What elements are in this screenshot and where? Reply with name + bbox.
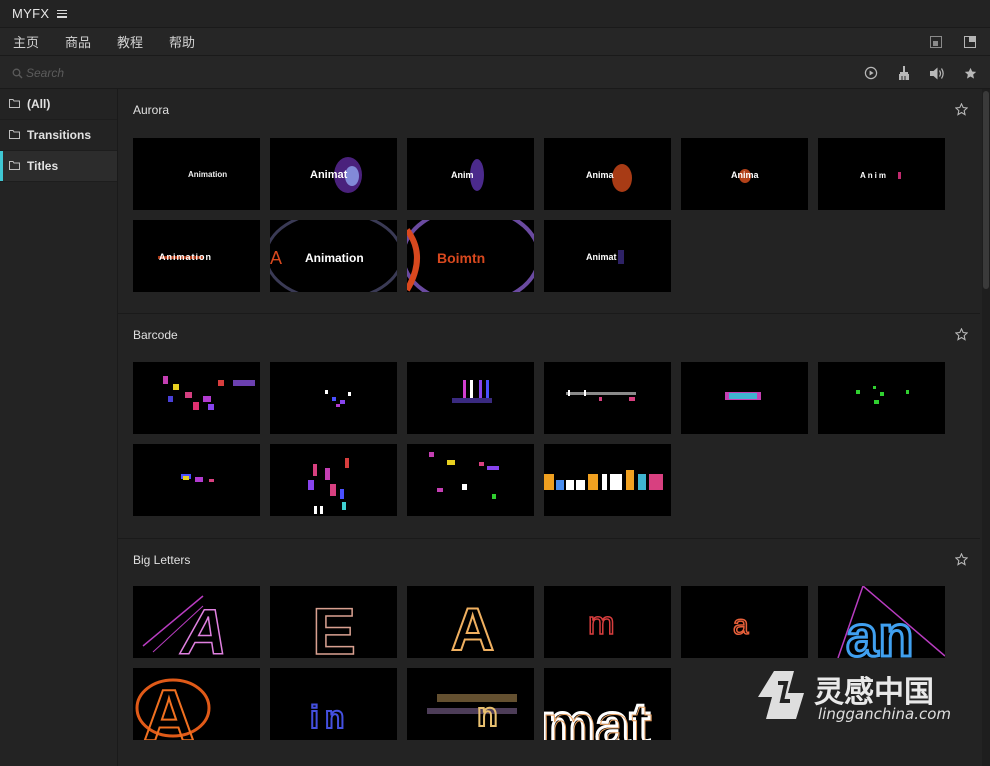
thumbnail-text: n xyxy=(477,696,498,734)
preset-thumbnail[interactable]: mat mat xyxy=(544,668,671,740)
preset-thumbnail[interactable]: A xyxy=(133,668,260,740)
sidebar-item-all[interactable]: (All) xyxy=(0,89,117,120)
search-icon xyxy=(12,66,23,84)
thumbnail-text: Animat xyxy=(586,252,617,262)
hamburger-icon[interactable] xyxy=(57,9,68,18)
preset-thumbnail[interactable]: a xyxy=(681,586,808,658)
preset-thumbnail[interactable]: A Animation xyxy=(270,220,397,292)
preset-thumbnail[interactable] xyxy=(133,362,260,434)
title-bar: MYFX xyxy=(0,0,990,27)
preset-thumbnail[interactable] xyxy=(270,444,397,516)
preset-thumbnail[interactable]: Animation xyxy=(133,220,260,292)
preset-thumbnail[interactable] xyxy=(407,362,534,434)
menu-item-home[interactable]: 主页 xyxy=(0,32,52,51)
section-title: Big Letters xyxy=(133,553,191,567)
sidebar-item-transitions[interactable]: Transitions xyxy=(0,120,117,151)
thumbnail-text: Anim xyxy=(860,171,888,180)
preset-thumbnail[interactable] xyxy=(133,444,260,516)
app-title: MYFX xyxy=(12,6,50,21)
section-title: Aurora xyxy=(133,103,170,117)
preset-thumbnail[interactable]: Animation xyxy=(133,138,260,210)
preset-thumbnail[interactable] xyxy=(681,362,808,434)
folder-icon xyxy=(9,95,20,113)
thumbnail-text: Animat xyxy=(310,169,348,181)
preset-thumbnail[interactable]: Boimtn xyxy=(407,220,534,292)
thumbnail-text: E xyxy=(312,594,356,658)
preset-thumbnail[interactable]: Animat xyxy=(270,138,397,210)
folder-icon xyxy=(9,126,20,144)
preset-thumbnail[interactable]: m xyxy=(544,586,671,658)
section-aurora: Aurora Animation Animat Anim Anima Anima… xyxy=(118,89,980,314)
sidebar-item-label: Transitions xyxy=(27,128,92,142)
thumbnail-text: Animation xyxy=(188,170,227,179)
sidebar-item-label: Titles xyxy=(27,159,59,173)
preset-thumbnail[interactable]: Anima xyxy=(544,138,671,210)
preset-browser: Aurora Animation Animat Anim Anima Anima… xyxy=(118,89,990,766)
thumbnail-text: Animation xyxy=(159,252,212,262)
star-icon[interactable] xyxy=(962,65,978,81)
menu-bar: 主页 商品 教程 帮助 xyxy=(0,27,990,56)
preset-thumbnail[interactable]: Anima xyxy=(681,138,808,210)
thumbnail-text: Anim xyxy=(451,170,474,180)
preset-thumbnail[interactable]: A xyxy=(407,586,534,658)
search-input[interactable] xyxy=(26,64,326,82)
preset-thumbnail[interactable]: in xyxy=(270,668,397,740)
preset-thumbnail[interactable]: Anim xyxy=(818,138,945,210)
preset-thumbnail[interactable] xyxy=(818,362,945,434)
search-bar xyxy=(0,56,990,89)
sidebar: (All) Transitions Titles xyxy=(0,89,118,766)
watermark-url: lingganchina.com xyxy=(818,705,952,723)
scrollbar-thumb[interactable] xyxy=(983,91,989,289)
window-maximize-icon[interactable] xyxy=(962,34,978,50)
preset-thumbnail[interactable]: Anim xyxy=(407,138,534,210)
sidebar-item-titles[interactable]: Titles xyxy=(0,151,117,182)
window-restore-icon[interactable] xyxy=(928,34,944,50)
preset-thumbnail[interactable]: E xyxy=(270,586,397,658)
preset-thumbnail[interactable] xyxy=(270,362,397,434)
star-icon[interactable] xyxy=(954,327,969,346)
preset-thumbnail[interactable]: A xyxy=(133,586,260,658)
thumbnail-text: a xyxy=(733,609,749,640)
section-big-letters: Big Letters A E A m a an A in n mat mat xyxy=(118,539,980,766)
preset-thumbnail[interactable]: Animat xyxy=(544,220,671,292)
thumbnail-text: A xyxy=(451,596,494,658)
play-icon[interactable] xyxy=(863,65,879,81)
thumbnail-text: in xyxy=(310,699,350,735)
thumbnail-text: m xyxy=(588,605,615,641)
thumbnail-text: Boimtn xyxy=(437,250,485,266)
folder-icon xyxy=(9,157,20,175)
scrollbar[interactable] xyxy=(982,89,990,766)
preset-thumbnail[interactable]: n xyxy=(407,668,534,740)
menu-item-products[interactable]: 商品 xyxy=(52,32,104,51)
thumbnail-text: A xyxy=(179,596,227,658)
thumbnail-text: an xyxy=(846,604,914,658)
star-icon[interactable] xyxy=(954,552,969,571)
thumbnail-text: Anima xyxy=(731,170,760,180)
svg-text:mat: mat xyxy=(544,693,652,740)
sidebar-item-label: (All) xyxy=(27,97,51,111)
thumbnail-text: Animation xyxy=(305,251,364,265)
preset-thumbnail[interactable] xyxy=(407,444,534,516)
preset-thumbnail[interactable]: an xyxy=(818,586,945,658)
svg-text:A: A xyxy=(270,248,282,268)
star-icon[interactable] xyxy=(954,102,969,121)
section-barcode: Barcode xyxy=(118,314,980,539)
volume-icon[interactable] xyxy=(929,65,945,81)
thumbnail-text: A xyxy=(143,676,195,740)
thumbnail-text: Anima xyxy=(586,170,615,180)
watermark: 灵感中国 lingganchina.com xyxy=(750,663,982,727)
preset-thumbnail[interactable] xyxy=(544,362,671,434)
menu-item-help[interactable]: 帮助 xyxy=(156,32,208,51)
preset-thumbnail[interactable] xyxy=(544,444,671,516)
brush-icon[interactable] xyxy=(896,65,912,81)
menu-item-tutorials[interactable]: 教程 xyxy=(104,32,156,51)
section-title: Barcode xyxy=(133,328,178,342)
